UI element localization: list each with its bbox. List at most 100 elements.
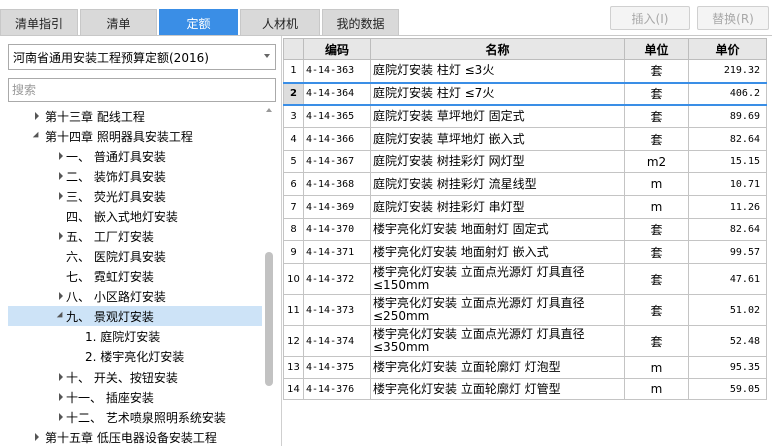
cell-name: 庭院灯安装 柱灯 ≤7火	[370, 81, 625, 106]
quota-library-panel: 河南省通用安装工程预算定额(2016) 第十三章 配线工程第十四章 照明器具安装…	[0, 36, 282, 446]
tree-node-label: 第十三章 配线工程	[45, 109, 145, 124]
tree-node[interactable]: 三、 荧光灯具安装	[8, 186, 262, 206]
table-row[interactable]: 10 4-14-372 楼宇亮化灯安装 立面点光源灯 灯具直径≤150mm 套 47.6…	[283, 263, 767, 295]
table-row[interactable]: 1 4-14-363 庭院灯安装 柱灯 ≤3火套 219.32	[283, 59, 767, 83]
cell-unit: m2	[624, 150, 689, 173]
row-index: 4	[283, 127, 304, 151]
table-row[interactable]: 2 4-14-364 庭院灯安装 柱灯 ≤7火套 406.2	[283, 81, 767, 106]
cell-price: 11.26	[688, 195, 767, 219]
table-row[interactable]: 3 4-14-365 庭院灯安装 草坪地灯 固定式套 89.69	[283, 104, 767, 128]
table-header-row: 编码 名称 单位 单价	[283, 38, 767, 60]
row-index: 1	[283, 59, 304, 83]
tab-quota[interactable]: 定额	[159, 9, 238, 36]
tree-node[interactable]: 九、 景观灯安装	[8, 306, 262, 326]
caret-right-icon[interactable]	[56, 372, 66, 382]
tree-node-label: 1. 庭院灯安装	[85, 329, 161, 344]
tree-node[interactable]: 十二、 艺术喷泉照明系统安装	[8, 407, 262, 427]
tree-node[interactable]: 二、 装饰灯具安装	[8, 166, 262, 186]
cell-code: 4-14-364	[303, 81, 371, 106]
tree-node[interactable]: 八、 小区路灯安装	[8, 286, 262, 306]
row-index: 11	[283, 294, 304, 326]
cell-price: 406.2	[688, 81, 767, 106]
chevron-down-icon	[264, 54, 270, 58]
table-row[interactable]: 11 4-14-373 楼宇亮化灯安装 立面点光源灯 灯具直径≤250mm 套 51.0…	[283, 294, 767, 326]
quota-table: 编码 名称 单位 单价 1 4-14-363 庭院灯安装 柱灯 ≤3火套 219.32…	[283, 38, 767, 400]
tree-node[interactable]: 第十四章 照明器具安装工程	[8, 126, 262, 146]
search-input[interactable]	[8, 78, 276, 102]
caret-down-icon[interactable]	[32, 131, 42, 141]
tree-node[interactable]: 一、 普通灯具安装	[8, 146, 262, 166]
cell-code: 4-14-369	[303, 195, 371, 219]
tab-my-data[interactable]: 我的数据	[322, 9, 399, 36]
tree-node[interactable]: 2. 楼宇亮化灯安装	[8, 346, 262, 366]
tree-node[interactable]: 1. 庭院灯安装	[8, 326, 262, 346]
caret-down-icon[interactable]	[56, 311, 66, 321]
row-index: 6	[283, 172, 304, 196]
cell-name: 楼宇亮化灯安装 地面射灯 固定式	[370, 218, 625, 241]
tree-node[interactable]: 十一、 插座安装	[8, 387, 262, 407]
cell-code: 4-14-365	[303, 104, 371, 128]
cell-unit: 套	[624, 263, 689, 295]
tree-node-label: 九、 景观灯安装	[66, 309, 154, 324]
header-unit: 单位	[624, 38, 689, 60]
table-row[interactable]: 7 4-14-369 庭院灯安装 树挂彩灯 串灯型 m 11.26	[283, 195, 767, 219]
scrollbar-thumb[interactable]	[265, 252, 273, 386]
table-row[interactable]: 8 4-14-370 楼宇亮化灯安装 地面射灯 固定式套 82.64	[283, 218, 767, 241]
cell-unit: 套	[624, 81, 689, 106]
tab-bill-guide[interactable]: 清单指引	[0, 9, 78, 36]
cell-code: 4-14-374	[303, 325, 371, 357]
cell-code: 4-14-375	[303, 356, 371, 379]
tree-node[interactable]: 六、 医院灯具安装	[8, 246, 262, 266]
caret-right-icon[interactable]	[56, 191, 66, 201]
cell-price: 219.32	[688, 59, 767, 83]
table-row[interactable]: 13 4-14-375 楼宇亮化灯安装 立面轮廓灯 灯泡型 m 95.35	[283, 356, 767, 379]
caret-right-icon[interactable]	[56, 171, 66, 181]
library-select[interactable]: 河南省通用安装工程预算定额(2016)	[8, 44, 276, 70]
cell-unit: 套	[624, 240, 689, 264]
chapter-tree: 第十三章 配线工程第十四章 照明器具安装工程一、 普通灯具安装二、 装饰灯具安装…	[8, 106, 262, 446]
tab-labor-material-machine[interactable]: 人材机	[240, 9, 320, 36]
tree-node-label: 十一、 插座安装	[66, 390, 154, 405]
caret-right-icon[interactable]	[32, 111, 42, 121]
cell-name: 庭院灯安装 树挂彩灯 串灯型	[370, 195, 625, 219]
cell-name: 楼宇亮化灯安装 立面点光源灯 灯具直径≤150mm	[370, 263, 625, 295]
tree-node[interactable]: 十、 开关、按钮安装	[8, 367, 262, 387]
caret-right-icon[interactable]	[56, 392, 66, 402]
tree-node-label: 一、 普通灯具安装	[66, 149, 166, 164]
cell-unit: m	[624, 378, 689, 400]
cell-price: 51.02	[688, 294, 767, 326]
cell-price: 99.57	[688, 240, 767, 264]
insert-button[interactable]: 插入(I)	[610, 6, 690, 30]
cell-unit: m	[624, 356, 689, 379]
tree-node[interactable]: 四、 嵌入式地灯安装	[8, 206, 262, 226]
caret-right-icon[interactable]	[56, 151, 66, 161]
caret-right-icon[interactable]	[56, 231, 66, 241]
cell-code: 4-14-371	[303, 240, 371, 264]
replace-button[interactable]: 替换(R)	[697, 6, 769, 30]
cell-price: 89.69	[688, 104, 767, 128]
cell-name: 庭院灯安装 树挂彩灯 网灯型	[370, 150, 625, 173]
cell-name: 楼宇亮化灯安装 立面点光源灯 灯具直径≤350mm	[370, 325, 625, 357]
tree-node[interactable]: 七、 霓虹灯安装	[8, 266, 262, 286]
table-row[interactable]: 14 4-14-376 楼宇亮化灯安装 立面轮廓灯 灯管型 m 59.05	[283, 378, 767, 400]
table-row[interactable]: 6 4-14-368 庭院灯安装 树挂彩灯 流星线型 m 10.71	[283, 172, 767, 196]
tree-node[interactable]: 第十三章 配线工程	[8, 106, 262, 126]
tab-bill[interactable]: 清单	[80, 9, 157, 36]
table-row[interactable]: 12 4-14-374 楼宇亮化灯安装 立面点光源灯 灯具直径≤350mm 套 52.4…	[283, 325, 767, 357]
cell-price: 59.05	[688, 378, 767, 400]
caret-right-icon[interactable]	[56, 291, 66, 301]
scroll-up-icon[interactable]	[266, 108, 272, 112]
table-row[interactable]: 5 4-14-367 庭院灯安装 树挂彩灯 网灯型 m2 15.15	[283, 150, 767, 173]
caret-right-icon[interactable]	[32, 432, 42, 442]
cell-price: 82.64	[688, 218, 767, 241]
cell-price: 15.15	[688, 150, 767, 173]
tree-node-label: 七、 霓虹灯安装	[66, 269, 154, 284]
caret-right-icon[interactable]	[56, 412, 66, 422]
tree-scrollbar[interactable]	[263, 106, 275, 446]
table-row[interactable]: 4 4-14-366 庭院灯安装 草坪地灯 嵌入式套 82.64	[283, 127, 767, 151]
cell-unit: m	[624, 172, 689, 196]
tree-node[interactable]: 第十五章 低压电器设备安装工程	[8, 427, 262, 446]
table-row[interactable]: 9 4-14-371 楼宇亮化灯安装 地面射灯 嵌入式套 99.57	[283, 240, 767, 264]
cell-name: 庭院灯安装 柱灯 ≤3火	[370, 59, 625, 83]
tree-node[interactable]: 五、 工厂灯安装	[8, 226, 262, 246]
